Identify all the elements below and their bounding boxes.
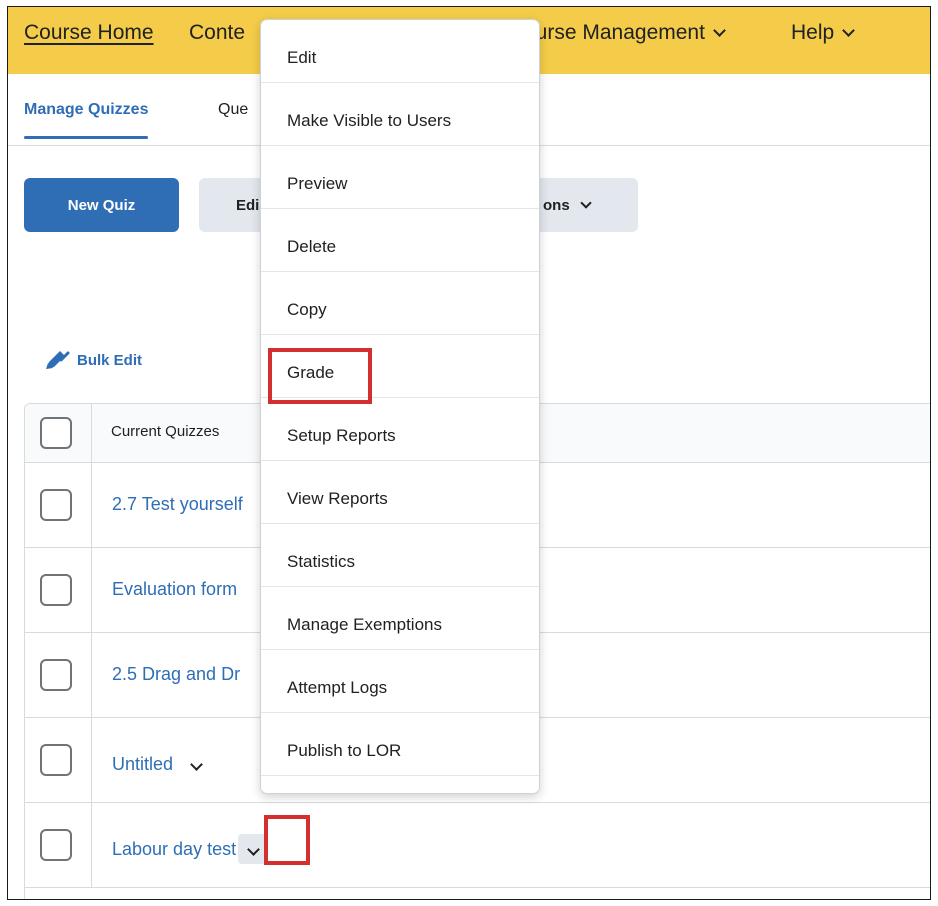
- menu-item-delete[interactable]: Delete: [261, 209, 539, 272]
- quiz-title: 2.5 Drag and Dr: [112, 664, 241, 684]
- quiz-title-link[interactable]: Labour day test: [112, 834, 269, 864]
- chevron-down-icon: [246, 842, 260, 856]
- menu-item-label: Setup Reports: [287, 426, 396, 445]
- quiz-title-link[interactable]: Evaluation form: [112, 579, 237, 600]
- menu-item-preview[interactable]: Preview: [261, 146, 539, 209]
- row-check-cell: [25, 803, 92, 887]
- menu-item-copy[interactable]: Copy: [261, 272, 539, 335]
- quiz-context-menu: Edit Make Visible to Users Preview Delet…: [260, 19, 540, 794]
- quiz-title-link[interactable]: 2.5 Drag and Dr: [112, 664, 240, 685]
- current-quizzes-header: Current Quizzes: [111, 423, 220, 440]
- chevron-down-icon: [189, 757, 203, 771]
- pencil-icon: [46, 351, 70, 369]
- more-actions-label: ons: [543, 196, 570, 214]
- more-actions-button[interactable]: ons: [534, 178, 638, 232]
- tab-question-library[interactable]: Que: [218, 101, 248, 119]
- highlight-box: [264, 815, 310, 865]
- nav-course-home-label: Course Home: [24, 21, 154, 44]
- quiz-title: Evaluation form: [112, 579, 238, 599]
- tab-manage-quizzes[interactable]: Manage Quizzes: [24, 101, 149, 139]
- select-all-cell: [25, 404, 92, 462]
- menu-item-view-reports[interactable]: View Reports: [261, 461, 539, 524]
- nav-course-management-label: ourse Management: [524, 21, 705, 44]
- nav-help-label: Help: [791, 21, 835, 44]
- nav-content-label: Conte: [189, 21, 246, 44]
- bulk-edit-button[interactable]: Bulk Edit: [44, 349, 142, 371]
- chevron-down-icon: [842, 23, 856, 37]
- menu-item-label: Preview: [287, 174, 348, 193]
- menu-item-statistics[interactable]: Statistics: [261, 524, 539, 587]
- menu-item-label: Make Visible to Users: [287, 111, 452, 130]
- menu-item-label: Manage Exemptions: [287, 615, 442, 634]
- chevron-down-icon: [713, 23, 726, 37]
- edit-categories-label: Edi: [236, 196, 260, 214]
- quiz-title: Untitled: [112, 753, 174, 774]
- highlight-box: [268, 348, 372, 404]
- new-quiz-label: New Quiz: [67, 196, 136, 214]
- menu-item-edit[interactable]: Edit: [261, 20, 539, 83]
- bulk-edit-label: Bulk Edit: [77, 351, 143, 369]
- nav-content[interactable]: Conte: [189, 21, 245, 45]
- quiz-actions-toggle[interactable]: [181, 749, 211, 779]
- row-checkbox[interactable]: [40, 489, 72, 521]
- row-checkbox[interactable]: [40, 574, 72, 606]
- quiz-title-link[interactable]: 2.7 Test yourself: [112, 494, 243, 515]
- row-check-cell: [25, 718, 92, 802]
- screenshot-frame: Course Home Conte ourse Management Help …: [7, 6, 931, 900]
- quiz-title: 2.7 Test yourself: [112, 494, 243, 514]
- row-checkbox[interactable]: [40, 744, 72, 776]
- menu-item-make-visible[interactable]: Make Visible to Users: [261, 83, 539, 146]
- menu-item-label: Statistics: [287, 552, 356, 571]
- nav-help[interactable]: Help: [791, 21, 856, 45]
- menu-item-label: Copy: [287, 300, 327, 319]
- menu-item-manage-exemptions[interactable]: Manage Exemptions: [261, 587, 539, 650]
- row-check-cell: [25, 548, 92, 632]
- quiz-title: Labour day test: [112, 838, 237, 859]
- nav-course-management[interactable]: ourse Management: [524, 21, 726, 45]
- menu-item-publish-lor[interactable]: Publish to LOR: [261, 713, 539, 776]
- row-checkbox[interactable]: [40, 659, 72, 691]
- row-check-cell: [25, 463, 92, 547]
- select-all-checkbox[interactable]: [40, 417, 72, 449]
- menu-item-label: Attempt Logs: [287, 678, 388, 697]
- menu-item-setup-reports[interactable]: Setup Reports: [261, 398, 539, 461]
- quiz-title-link[interactable]: Untitled: [112, 749, 211, 779]
- menu-item-label: Edit: [287, 48, 317, 67]
- menu-item-label: Publish to LOR: [287, 741, 402, 760]
- table-row: Labour day test: [25, 803, 930, 888]
- chevron-down-icon: [580, 196, 592, 209]
- new-quiz-button[interactable]: New Quiz: [24, 178, 179, 232]
- menu-item-label: Delete: [287, 237, 337, 256]
- menu-item-attempt-logs[interactable]: Attempt Logs: [261, 650, 539, 713]
- menu-item-label: View Reports: [287, 489, 388, 508]
- row-check-cell: [25, 633, 92, 717]
- nav-course-home[interactable]: Course Home: [24, 21, 154, 45]
- row-checkbox[interactable]: [40, 829, 72, 861]
